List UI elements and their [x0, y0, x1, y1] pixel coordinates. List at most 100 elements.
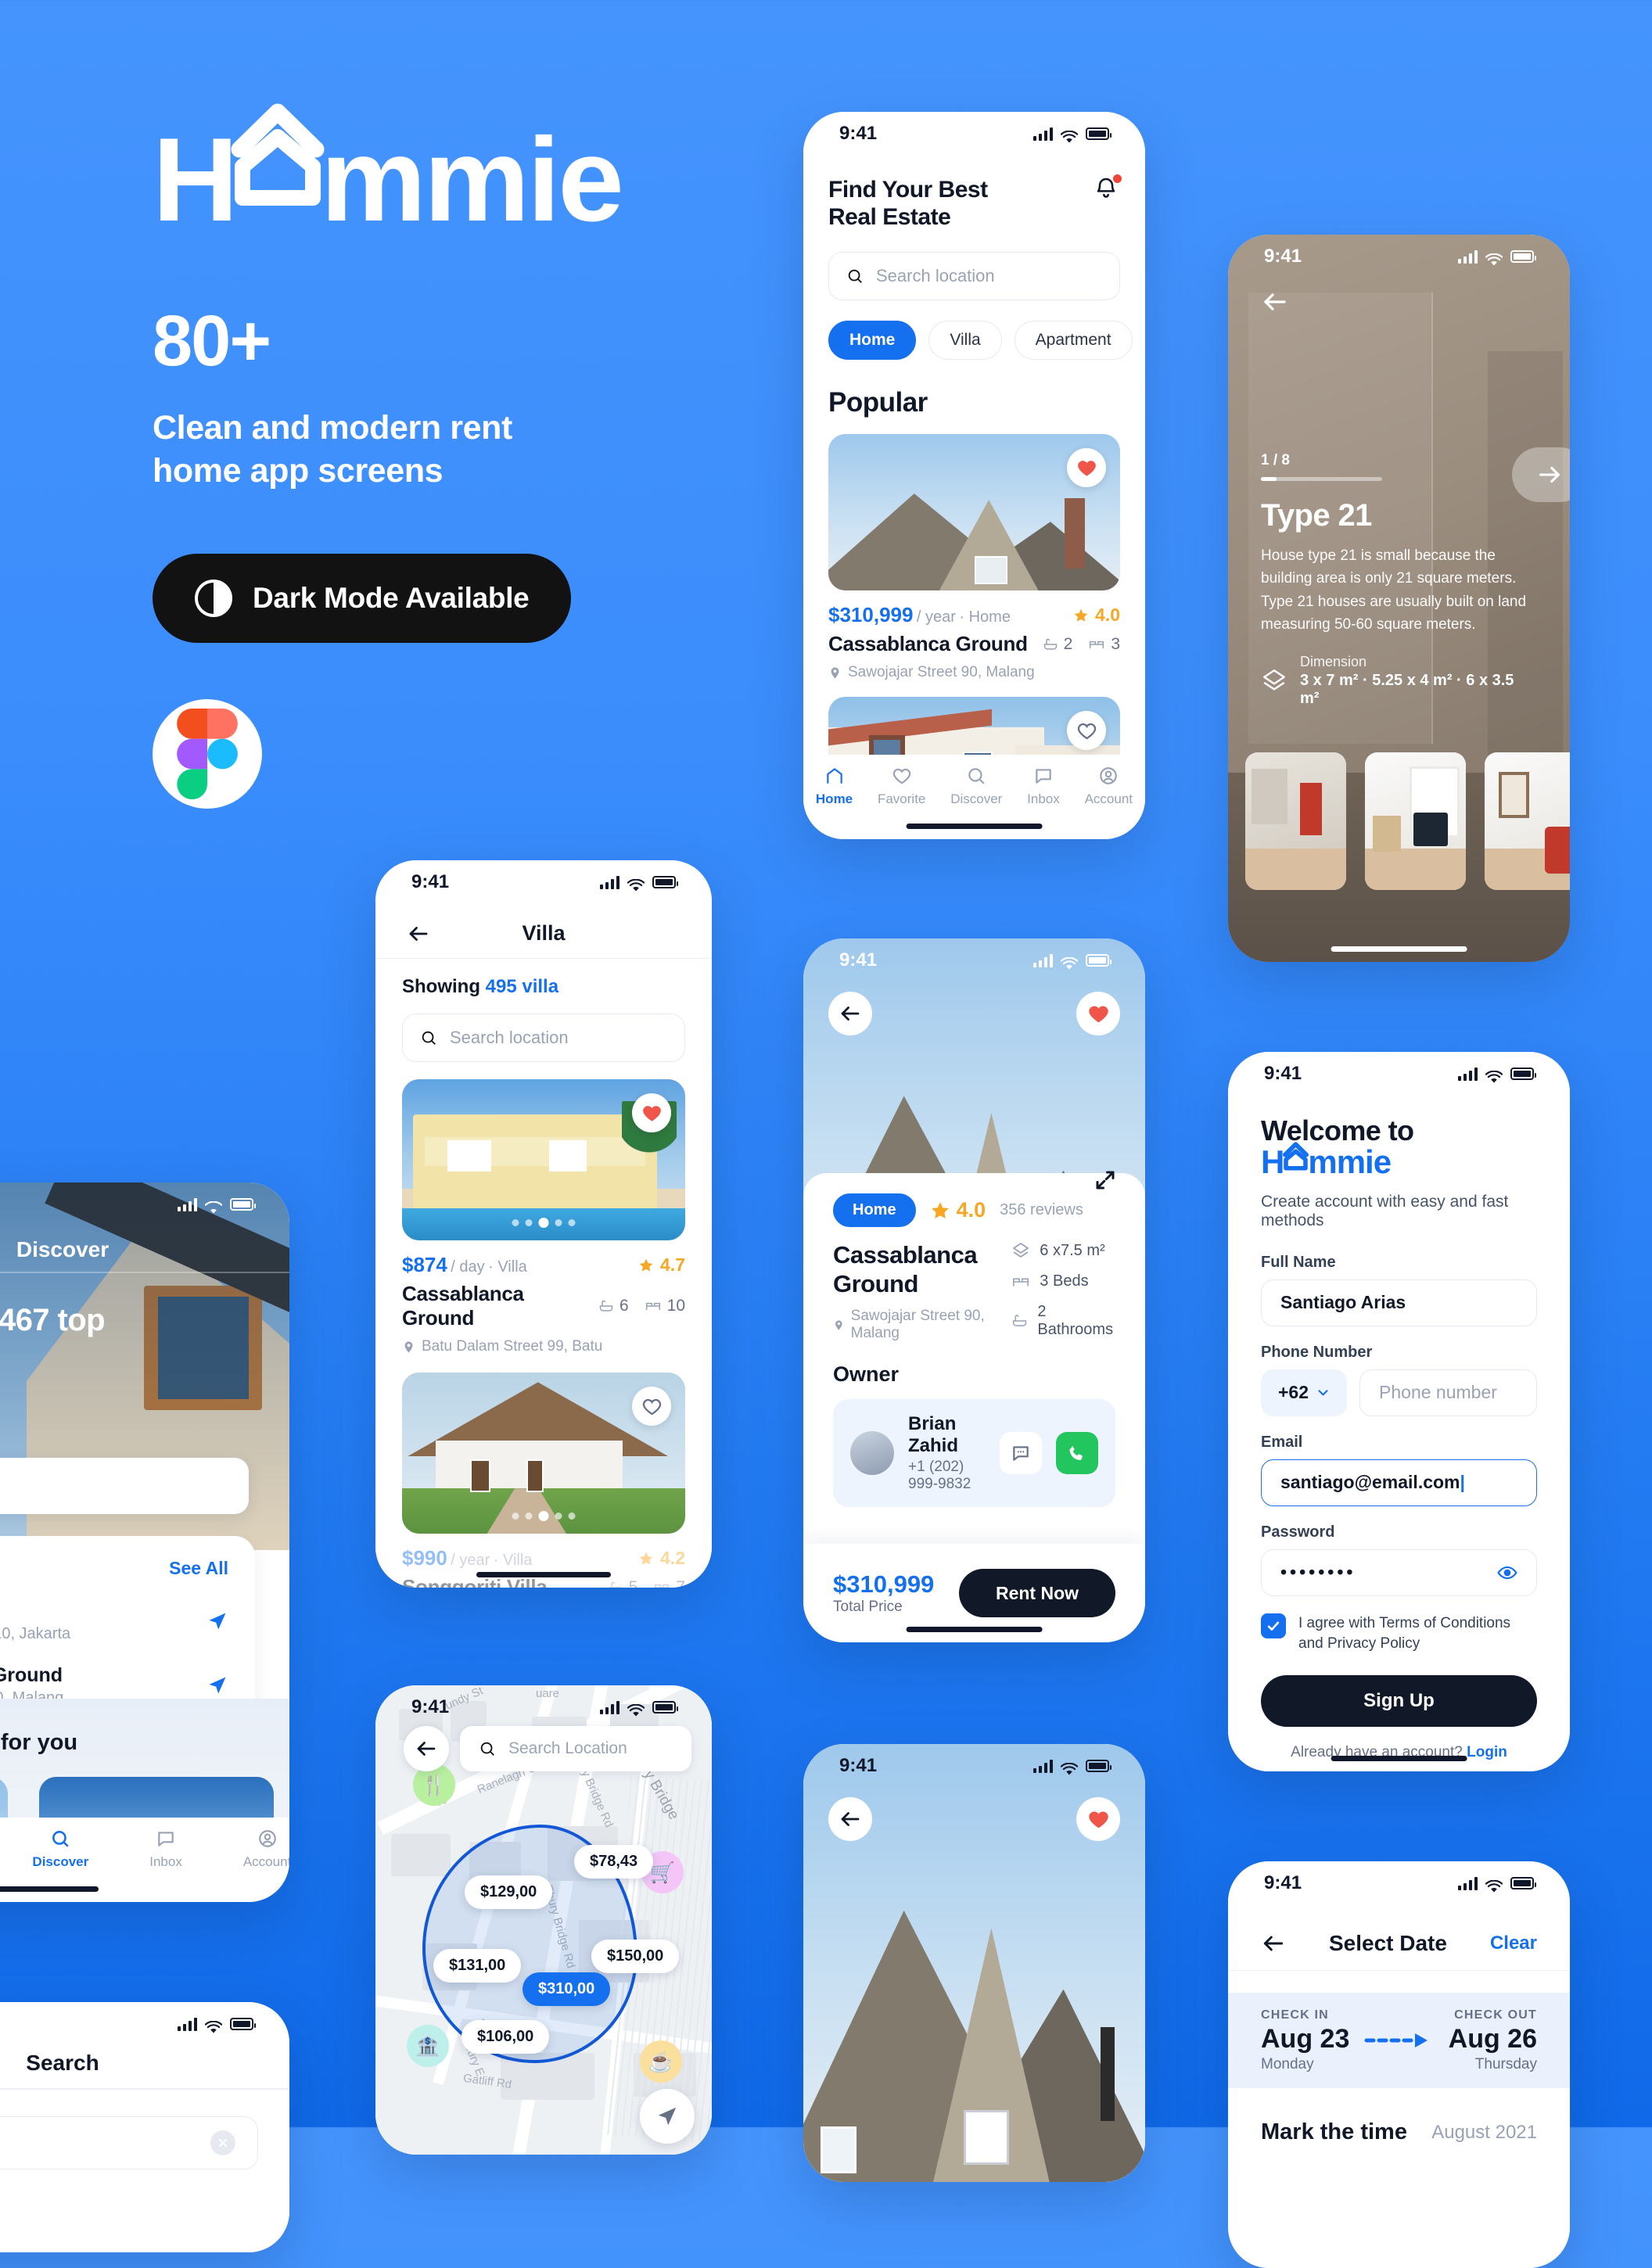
map-price-pin-active[interactable]: $310,00: [523, 1972, 611, 2006]
terms-checkbox[interactable]: [1261, 1613, 1286, 1638]
owner-card[interactable]: Brian Zahid +1 (202) 999-9832: [833, 1399, 1115, 1508]
battery-icon: [652, 1701, 678, 1714]
tab-account[interactable]: Account: [243, 1828, 289, 1870]
map-search-input[interactable]: Search Location: [460, 1726, 691, 1771]
thumbnail-image[interactable]: [1245, 752, 1346, 890]
tab-inbox[interactable]: Inbox: [1027, 766, 1060, 807]
phone-label: Phone Number: [1261, 1343, 1373, 1361]
filter-chip-apartment[interactable]: Apartment: [1014, 320, 1133, 360]
filter-chip-home[interactable]: Home: [828, 320, 917, 360]
phone-property-photo-screen: 9:41: [803, 1744, 1145, 2182]
battery-icon: [652, 876, 678, 888]
country-code-select[interactable]: +62: [1261, 1369, 1348, 1416]
search-input[interactable]: Search location: [402, 1014, 685, 1062]
dark-mode-badge[interactable]: Dark Mode Available: [153, 554, 572, 644]
favorite-button[interactable]: [632, 1387, 671, 1426]
terms-row[interactable]: I agree with Terms of Conditions and Pri…: [1261, 1613, 1537, 1655]
thumbnail-image[interactable]: [1485, 752, 1570, 890]
battery-icon: [1086, 954, 1112, 967]
see-all-link[interactable]: See All: [169, 1558, 228, 1579]
fullname-field[interactable]: Santiago Arias: [1261, 1279, 1537, 1326]
tab-discover[interactable]: Discover: [32, 1828, 88, 1870]
back-button[interactable]: [828, 992, 872, 1035]
message-owner-button[interactable]: [1000, 1432, 1042, 1475]
call-owner-button[interactable]: [1056, 1432, 1098, 1475]
image-counter: 1 / 8: [1261, 452, 1290, 468]
favorite-button[interactable]: [1076, 1797, 1120, 1841]
filter-chip-villa[interactable]: Villa: [928, 320, 1002, 360]
signup-button[interactable]: Sign Up: [1261, 1674, 1537, 1727]
property-type: Villa: [503, 1552, 533, 1569]
list-item[interactable]: Jakarta Home Kota Lama Street 10, Jakart…: [0, 1599, 228, 1643]
password-field[interactable]: ••••••••: [1261, 1548, 1537, 1596]
date-range-panel[interactable]: CHECK IN Aug 23 Monday CHECK OUT Aug 26 …: [1228, 1993, 1570, 2088]
map-price-pin[interactable]: $131,00: [433, 1949, 522, 1983]
navigation-icon[interactable]: [206, 1610, 228, 1632]
phone-field[interactable]: Phone number: [1359, 1369, 1537, 1416]
back-arrow-icon[interactable]: [1261, 1931, 1286, 1956]
checkout-day: Thursday: [1474, 2055, 1537, 2072]
favorite-button[interactable]: [1067, 448, 1106, 488]
tab-home[interactable]: Home: [816, 766, 853, 807]
clear-button[interactable]: Clear: [1490, 1932, 1537, 1954]
tab-account[interactable]: Account: [1085, 766, 1133, 807]
thumbnail-strip[interactable]: [1245, 752, 1570, 890]
carousel-dots[interactable]: [512, 1218, 576, 1228]
clear-icon[interactable]: [210, 2130, 235, 2155]
property-image[interactable]: [402, 1373, 685, 1534]
tab-favorite[interactable]: Favorite: [878, 766, 925, 807]
tab-inbox[interactable]: Inbox: [149, 1828, 182, 1870]
back-button[interactable]: [1261, 288, 1289, 320]
map-price-pin[interactable]: $150,00: [591, 1940, 680, 1973]
wifi-icon: [1485, 1068, 1503, 1082]
home-indicator: [1331, 946, 1467, 952]
phone-select-date-screen: 9:41 Select Date Clear CHECK IN Aug 23 M…: [1228, 1861, 1570, 2268]
email-field[interactable]: santiago@email.com |: [1261, 1459, 1537, 1506]
phone-property-detail-screen: 9:41 Home 4.0 356 reviews Cassablanca Gr…: [803, 938, 1145, 1642]
property-address: Sawojajar Street 90, Malang: [828, 664, 1120, 681]
contrast-icon: [195, 580, 232, 618]
map-price-pin[interactable]: $106,00: [461, 2020, 550, 2054]
search-input[interactable]: Search location: [0, 1458, 249, 1514]
property-image[interactable]: [402, 1079, 685, 1240]
map-price-pin[interactable]: $78,43: [574, 1845, 654, 1879]
star-icon: [931, 1201, 949, 1218]
carousel-dots[interactable]: [512, 1511, 576, 1521]
poster-canvas: H mmie 80+ Clean and modern rent home ap…: [0, 0, 1652, 2268]
search-input[interactable]: Search location: [828, 251, 1120, 300]
chat-icon: [158, 1832, 174, 1846]
cafe-icon[interactable]: ☕: [640, 2040, 682, 2083]
bell-notification-icon[interactable]: [1094, 174, 1122, 203]
expand-icon[interactable]: [1094, 1168, 1117, 1196]
brand-logo-small: H mmie: [1261, 1141, 1392, 1180]
back-button[interactable]: [404, 1726, 449, 1771]
login-link[interactable]: Login: [1467, 1744, 1507, 1760]
detail-name-line1: Cassablanca: [833, 1241, 978, 1269]
bath-icon: [609, 1581, 622, 1588]
back-button[interactable]: [828, 1797, 872, 1841]
home-indicator: [0, 1886, 99, 1892]
favorite-button[interactable]: [1076, 992, 1120, 1035]
wifi-icon: [204, 2018, 223, 2033]
search-input[interactable]: Malang|: [0, 2116, 258, 2169]
favorite-button[interactable]: [632, 1093, 671, 1132]
user-circle-icon: [258, 1830, 276, 1847]
review-count: 356 reviews: [1000, 1201, 1083, 1218]
rent-now-button[interactable]: Rent Now: [959, 1569, 1115, 1617]
status-bar: 9:41: [1228, 235, 1570, 278]
locate-me-button[interactable]: [640, 2089, 695, 2144]
tab-discover[interactable]: Discover: [950, 766, 1002, 807]
map-price-pin[interactable]: $129,00: [465, 1875, 553, 1909]
thumbnail-image[interactable]: [1365, 752, 1466, 890]
phone-search-screen: 9:41 Search Malang|: [0, 2002, 289, 2252]
wifi-icon: [627, 1701, 645, 1716]
type-description: House type 21 is small because the build…: [1261, 547, 1527, 633]
bank-icon[interactable]: 🏦: [407, 2025, 449, 2067]
page-title: Discover: [16, 1237, 110, 1261]
bed-icon: [1090, 641, 1104, 648]
property-image[interactable]: [828, 434, 1120, 591]
navigation-icon[interactable]: [206, 1674, 228, 1696]
favorite-button[interactable]: [1067, 711, 1106, 751]
status-bar: 9:41: [375, 860, 712, 904]
check-icon: [1267, 1621, 1280, 1631]
